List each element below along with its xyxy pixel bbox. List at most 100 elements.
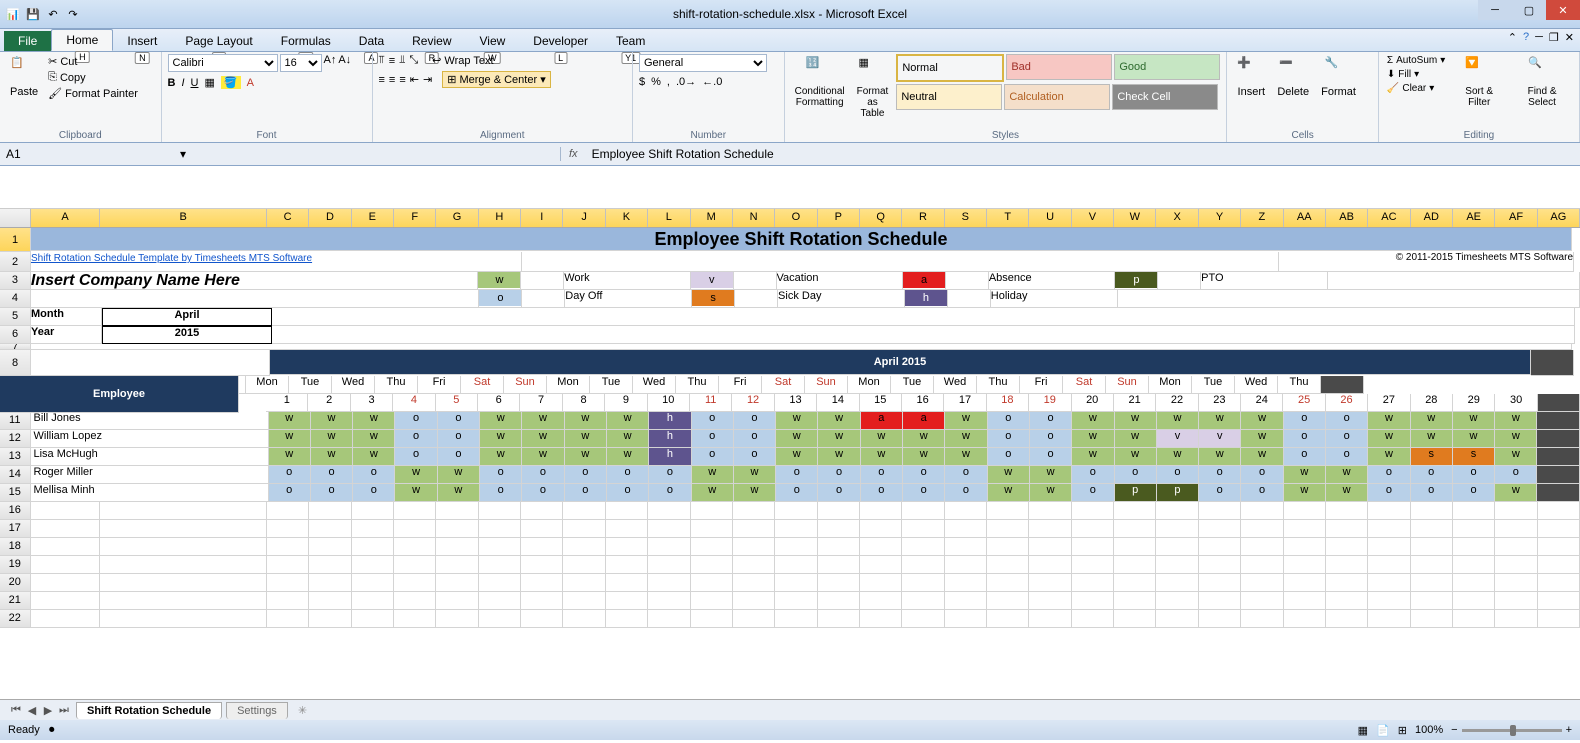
- cell[interactable]: [479, 610, 521, 628]
- cell[interactable]: o: [692, 448, 734, 466]
- style-neutral[interactable]: Neutral: [896, 84, 1002, 110]
- cell[interactable]: w: [311, 412, 353, 430]
- formula-input[interactable]: Employee Shift Rotation Schedule: [586, 147, 1580, 161]
- cell[interactable]: [860, 610, 902, 628]
- cell[interactable]: Month: [31, 308, 102, 326]
- legend-label-p[interactable]: PTO: [1201, 272, 1328, 290]
- cell[interactable]: [1495, 502, 1537, 520]
- cell[interactable]: [648, 520, 690, 538]
- cell[interactable]: o: [818, 466, 860, 484]
- cell[interactable]: [945, 592, 987, 610]
- cell[interactable]: [1411, 592, 1453, 610]
- cell[interactable]: w: [522, 430, 564, 448]
- font-name-select[interactable]: Calibri: [168, 54, 278, 72]
- view-normal-icon[interactable]: ▦: [1358, 724, 1368, 737]
- cell[interactable]: [1495, 592, 1537, 610]
- merge-center-button[interactable]: ⊞ Merge & Center ▾: [442, 71, 551, 88]
- cell[interactable]: w: [269, 430, 311, 448]
- font-size-select[interactable]: 16: [280, 54, 322, 72]
- col-header-AF[interactable]: AF: [1495, 209, 1537, 227]
- name-box[interactable]: A1▾: [0, 147, 561, 161]
- cell[interactable]: [648, 610, 690, 628]
- cell[interactable]: [1156, 556, 1198, 574]
- cell[interactable]: [902, 574, 944, 592]
- cell[interactable]: [352, 610, 394, 628]
- cell[interactable]: [272, 326, 1575, 344]
- cell[interactable]: w: [1115, 412, 1157, 430]
- cell[interactable]: w: [1368, 412, 1410, 430]
- find-select-button[interactable]: 🔍Find & Select: [1511, 54, 1573, 110]
- cell[interactable]: p: [1115, 484, 1157, 502]
- cell[interactable]: [267, 520, 309, 538]
- cell[interactable]: w: [692, 466, 734, 484]
- cell[interactable]: [1029, 610, 1071, 628]
- cell[interactable]: o: [692, 412, 734, 430]
- col-header-Z[interactable]: Z: [1241, 209, 1283, 227]
- cell[interactable]: w: [1072, 448, 1114, 466]
- cell[interactable]: w: [1368, 448, 1410, 466]
- cell[interactable]: [648, 574, 690, 592]
- cell[interactable]: o: [734, 448, 776, 466]
- cell[interactable]: o: [734, 430, 776, 448]
- tab-insert[interactable]: InsertN: [113, 31, 171, 51]
- cell[interactable]: w: [478, 272, 521, 290]
- cell[interactable]: Tue: [289, 376, 332, 394]
- cell[interactable]: 26: [1326, 394, 1368, 412]
- indent-inc-icon[interactable]: ⇥: [423, 73, 432, 86]
- orientation-icon[interactable]: ⤡: [409, 54, 418, 67]
- cell[interactable]: w: [734, 484, 776, 502]
- cell[interactable]: [1368, 538, 1410, 556]
- cell[interactable]: [1538, 538, 1580, 556]
- sheet-nav-last-icon[interactable]: ⏭: [56, 704, 72, 717]
- cell[interactable]: o: [903, 466, 945, 484]
- cell[interactable]: [606, 520, 648, 538]
- cell[interactable]: [1453, 538, 1495, 556]
- cell[interactable]: [309, 610, 351, 628]
- cell[interactable]: w: [1495, 430, 1537, 448]
- sheet-tab-active[interactable]: Shift Rotation Schedule: [76, 702, 222, 719]
- cell[interactable]: Wed: [633, 376, 676, 394]
- cell[interactable]: 19: [1029, 394, 1071, 412]
- cell[interactable]: 2015: [102, 326, 272, 344]
- cell[interactable]: [1072, 574, 1114, 592]
- qat-undo-icon[interactable]: ↶: [44, 5, 62, 23]
- cell[interactable]: w: [818, 448, 860, 466]
- minimize-button[interactable]: ─: [1478, 0, 1512, 20]
- cell[interactable]: [1326, 592, 1368, 610]
- cell[interactable]: Thu: [977, 376, 1020, 394]
- cell[interactable]: o: [818, 484, 860, 502]
- row-header-18[interactable]: 18: [0, 538, 31, 556]
- win-min-icon[interactable]: ─: [1535, 31, 1543, 44]
- cell[interactable]: w: [1411, 412, 1453, 430]
- cell[interactable]: [394, 610, 436, 628]
- cell[interactable]: [1321, 376, 1364, 394]
- wrap-text-button[interactable]: ↩ Wrap Text: [432, 54, 493, 67]
- win-restore-icon[interactable]: ❐: [1549, 31, 1559, 44]
- col-header-AA[interactable]: AA: [1284, 209, 1326, 227]
- cell[interactable]: [691, 556, 733, 574]
- cell[interactable]: [436, 502, 478, 520]
- cell[interactable]: o: [353, 466, 395, 484]
- cell[interactable]: w: [1157, 448, 1199, 466]
- col-header-F[interactable]: F: [394, 209, 436, 227]
- cell[interactable]: Thu: [676, 376, 719, 394]
- cell[interactable]: 9: [605, 394, 647, 412]
- col-header-V[interactable]: V: [1072, 209, 1114, 227]
- col-header-D[interactable]: D: [309, 209, 351, 227]
- cell[interactable]: [1368, 502, 1410, 520]
- format-painter-button[interactable]: 🖌 Format Painter: [46, 86, 140, 101]
- cell[interactable]: [267, 610, 309, 628]
- cell[interactable]: [987, 520, 1029, 538]
- cell[interactable]: [522, 252, 1279, 272]
- cell[interactable]: Fri: [1020, 376, 1063, 394]
- cell[interactable]: 7: [520, 394, 562, 412]
- cell[interactable]: [902, 502, 944, 520]
- cell[interactable]: [1156, 592, 1198, 610]
- cell[interactable]: April: [102, 308, 272, 326]
- row-header-19[interactable]: 19: [0, 556, 31, 574]
- row-header-13[interactable]: 13: [0, 448, 31, 466]
- col-header-K[interactable]: K: [606, 209, 648, 227]
- col-header-AC[interactable]: AC: [1368, 209, 1410, 227]
- cell[interactable]: o: [988, 412, 1030, 430]
- cell[interactable]: © 2011-2015 Timesheets MTS Software: [1279, 252, 1574, 272]
